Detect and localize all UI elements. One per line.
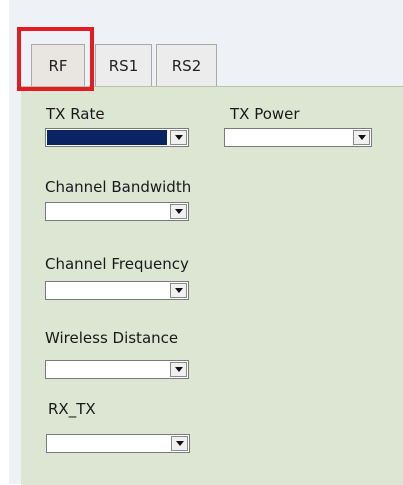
channel-frequency-label: Channel Frequency [45, 255, 189, 273]
tab-rf[interactable]: RF [31, 44, 85, 86]
rx-tx-dropdown-button[interactable] [171, 436, 188, 451]
channel-frequency-dropdown-button[interactable] [170, 283, 187, 298]
tx-rate-label: TX Rate [46, 105, 105, 123]
tx-power-select[interactable] [224, 128, 372, 147]
rx-tx-select[interactable] [46, 434, 190, 453]
tab-rf-label: RF [48, 56, 68, 75]
channel-bandwidth-label: Channel Bandwidth [45, 178, 192, 196]
rx-tx-label: RX_TX [48, 400, 96, 418]
wireless-distance-label: Wireless Distance [45, 329, 179, 347]
chevron-down-icon [174, 209, 183, 214]
tab-rs1-label: RS1 [108, 56, 139, 75]
chevron-down-icon [174, 288, 183, 293]
tx-power-label: TX Power [230, 105, 300, 123]
channel-frequency-select[interactable] [45, 281, 189, 300]
chevron-down-icon [357, 135, 366, 140]
tx-rate-selected-fill [47, 130, 167, 145]
tx-power-dropdown-button[interactable] [353, 130, 370, 145]
chevron-down-icon [175, 441, 184, 446]
wireless-distance-select[interactable] [45, 360, 189, 379]
channel-bandwidth-dropdown-button[interactable] [170, 204, 187, 219]
tab-rs2-label: RS2 [171, 56, 202, 75]
wireless-distance-dropdown-button[interactable] [170, 362, 187, 377]
channel-bandwidth-select[interactable] [45, 202, 189, 221]
tx-rate-dropdown-button[interactable] [170, 130, 187, 145]
chevron-down-icon [174, 367, 183, 372]
tx-rate-select[interactable] [45, 128, 189, 147]
tab-rs1[interactable]: RS1 [95, 44, 152, 86]
tab-rs2[interactable]: RS2 [156, 44, 217, 86]
chevron-down-icon [174, 135, 183, 140]
